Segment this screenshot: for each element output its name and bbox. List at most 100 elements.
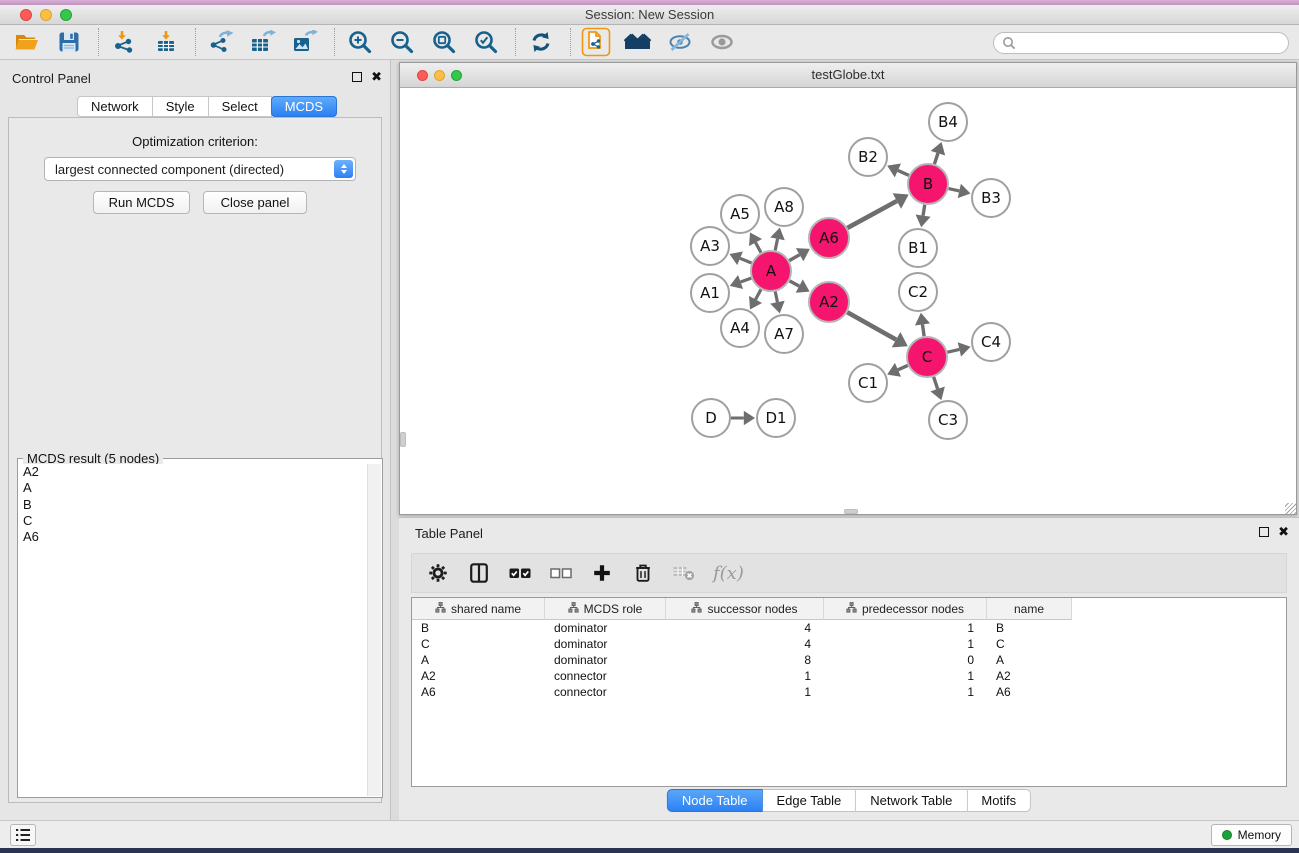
run-mcds-button[interactable]: Run MCDS <box>93 191 190 214</box>
graph-node-B1[interactable]: B1 <box>899 229 937 267</box>
graph-node-C1[interactable]: C1 <box>849 364 887 402</box>
cell-mcds-role[interactable]: dominator <box>545 652 666 668</box>
cell-name[interactable]: A6 <box>987 684 1072 700</box>
cell-mcds-role[interactable]: connector <box>545 668 666 684</box>
cell-shared-name[interactable]: A2 <box>412 668 545 684</box>
cell-name[interactable]: B <box>987 620 1072 636</box>
network-vertical-scrollbar[interactable] <box>400 432 406 447</box>
result-item-c[interactable]: C <box>23 513 367 529</box>
graph-node-B[interactable]: B <box>908 164 948 204</box>
search-input[interactable] <box>993 32 1289 54</box>
graph-node-B4[interactable]: B4 <box>929 103 967 141</box>
tab-mcds[interactable]: MCDS <box>271 96 337 117</box>
graph-node-A1[interactable]: A1 <box>691 274 729 312</box>
graph-edge-A-A7[interactable] <box>770 292 784 314</box>
current-network-doc-icon[interactable] <box>581 28 611 56</box>
graph-node-C4[interactable]: C4 <box>972 323 1010 361</box>
graph-edge-B-B2[interactable] <box>887 164 909 178</box>
result-item-a2[interactable]: A2 <box>23 464 367 480</box>
export-image-icon[interactable] <box>290 28 320 56</box>
add-column-icon[interactable] <box>590 561 614 585</box>
graph-edge-A-A2[interactable] <box>790 279 810 292</box>
select-all-checks-icon[interactable] <box>508 561 532 585</box>
column-header-predecessor-nodes[interactable]: predecessor nodes <box>824 598 987 620</box>
cell-predecessor-nodes[interactable]: 1 <box>824 684 987 700</box>
cell-mcds-role[interactable]: connector <box>545 684 666 700</box>
result-item-b[interactable]: B <box>23 497 367 513</box>
graph-edge-A-A1[interactable] <box>730 275 751 289</box>
graph-edge-A-A4[interactable] <box>749 289 762 309</box>
optimization-criterion-select[interactable]: largest connected component (directed) <box>44 157 356 181</box>
graph-edge-A6-B[interactable] <box>847 193 908 228</box>
network-window-titlebar[interactable]: testGlobe.txt <box>400 63 1296 88</box>
result-item-a6[interactable]: A6 <box>23 529 367 545</box>
cell-predecessor-nodes[interactable]: 1 <box>824 668 987 684</box>
graph-node-C[interactable]: C <box>907 337 947 377</box>
graph-node-C2[interactable]: C2 <box>899 273 937 311</box>
show-columns-icon[interactable] <box>467 561 491 585</box>
export-table-icon[interactable] <box>248 28 278 56</box>
column-header-shared-name[interactable]: shared name <box>412 598 545 620</box>
cell-shared-name[interactable]: A <box>412 652 545 668</box>
cell-predecessor-nodes[interactable]: 0 <box>824 652 987 668</box>
cell-shared-name[interactable]: C <box>412 636 545 652</box>
table-row[interactable]: Bdominator41B <box>412 620 1286 636</box>
cell-shared-name[interactable]: A6 <box>412 684 545 700</box>
column-header-name[interactable]: name <box>987 598 1072 620</box>
cell-successor-nodes[interactable]: 4 <box>666 620 824 636</box>
zoom-in-icon[interactable] <box>345 28 375 56</box>
graph-node-A[interactable]: A <box>751 251 791 291</box>
result-item-a[interactable]: A <box>23 480 367 496</box>
tab-node-table[interactable]: Node Table <box>667 789 763 812</box>
tab-network[interactable]: Network <box>77 96 153 117</box>
cell-successor-nodes[interactable]: 1 <box>666 668 824 684</box>
cell-successor-nodes[interactable]: 8 <box>666 652 824 668</box>
graph-edge-C-C4[interactable] <box>947 342 970 356</box>
column-header-successor-nodes[interactable]: successor nodes <box>666 598 824 620</box>
tab-edge-table[interactable]: Edge Table <box>762 789 856 812</box>
zoom-fit-icon[interactable] <box>429 28 459 56</box>
cell-predecessor-nodes[interactable]: 1 <box>824 636 987 652</box>
task-history-button[interactable] <box>10 824 36 846</box>
graph-node-D1[interactable]: D1 <box>757 399 795 437</box>
tab-style[interactable]: Style <box>153 96 209 117</box>
cell-shared-name[interactable]: B <box>412 620 545 636</box>
float-table-panel-icon[interactable] <box>1259 527 1269 537</box>
show-details-eye-icon[interactable] <box>707 28 737 56</box>
network-resize-grip[interactable] <box>1285 503 1296 514</box>
cell-name[interactable]: A <box>987 652 1072 668</box>
graph-edge-B-B1[interactable] <box>916 205 931 228</box>
refresh-icon[interactable] <box>526 28 556 56</box>
graph-node-A8[interactable]: A8 <box>765 188 803 226</box>
graph-node-A3[interactable]: A3 <box>691 227 729 265</box>
clear-checks-icon[interactable] <box>549 561 573 585</box>
table-row[interactable]: Adominator80A <box>412 652 1286 668</box>
graph-edge-C-C2[interactable] <box>915 313 930 336</box>
cell-name[interactable]: C <box>987 636 1072 652</box>
graph-node-D[interactable]: D <box>692 399 730 437</box>
close-panel-button[interactable]: Close panel <box>203 191 307 214</box>
import-network-icon[interactable] <box>109 28 139 56</box>
export-network-icon[interactable] <box>206 28 236 56</box>
graph-edge-A2-C[interactable] <box>847 312 908 347</box>
cell-mcds-role[interactable]: dominator <box>545 620 666 636</box>
cell-predecessor-nodes[interactable]: 1 <box>824 620 987 636</box>
graph-node-A4[interactable]: A4 <box>721 309 759 347</box>
tab-motifs[interactable]: Motifs <box>967 789 1031 812</box>
graph-edge-A-A5[interactable] <box>749 232 762 252</box>
cell-mcds-role[interactable]: dominator <box>545 636 666 652</box>
cell-name[interactable]: A2 <box>987 668 1072 684</box>
tab-select[interactable]: Select <box>209 96 272 117</box>
graph-edge-D-D1[interactable] <box>731 411 755 425</box>
network-canvas[interactable]: AA1A3A5A8A4A7A6A2BB2B4B3B1CC2C4C1C3DD1 <box>400 88 1296 514</box>
zoom-selected-icon[interactable] <box>471 28 501 56</box>
home-icon[interactable] <box>623 28 653 56</box>
graph-edge-A-A3[interactable] <box>729 251 751 265</box>
graph-node-C3[interactable]: C3 <box>929 401 967 439</box>
table-row[interactable]: A6connector11A6 <box>412 684 1286 700</box>
graph-edge-C-C3[interactable] <box>930 377 944 400</box>
delete-icon[interactable] <box>631 561 655 585</box>
graph-node-A6[interactable]: A6 <box>809 218 849 258</box>
gear-icon[interactable] <box>426 561 450 585</box>
graph-node-A7[interactable]: A7 <box>765 315 803 353</box>
